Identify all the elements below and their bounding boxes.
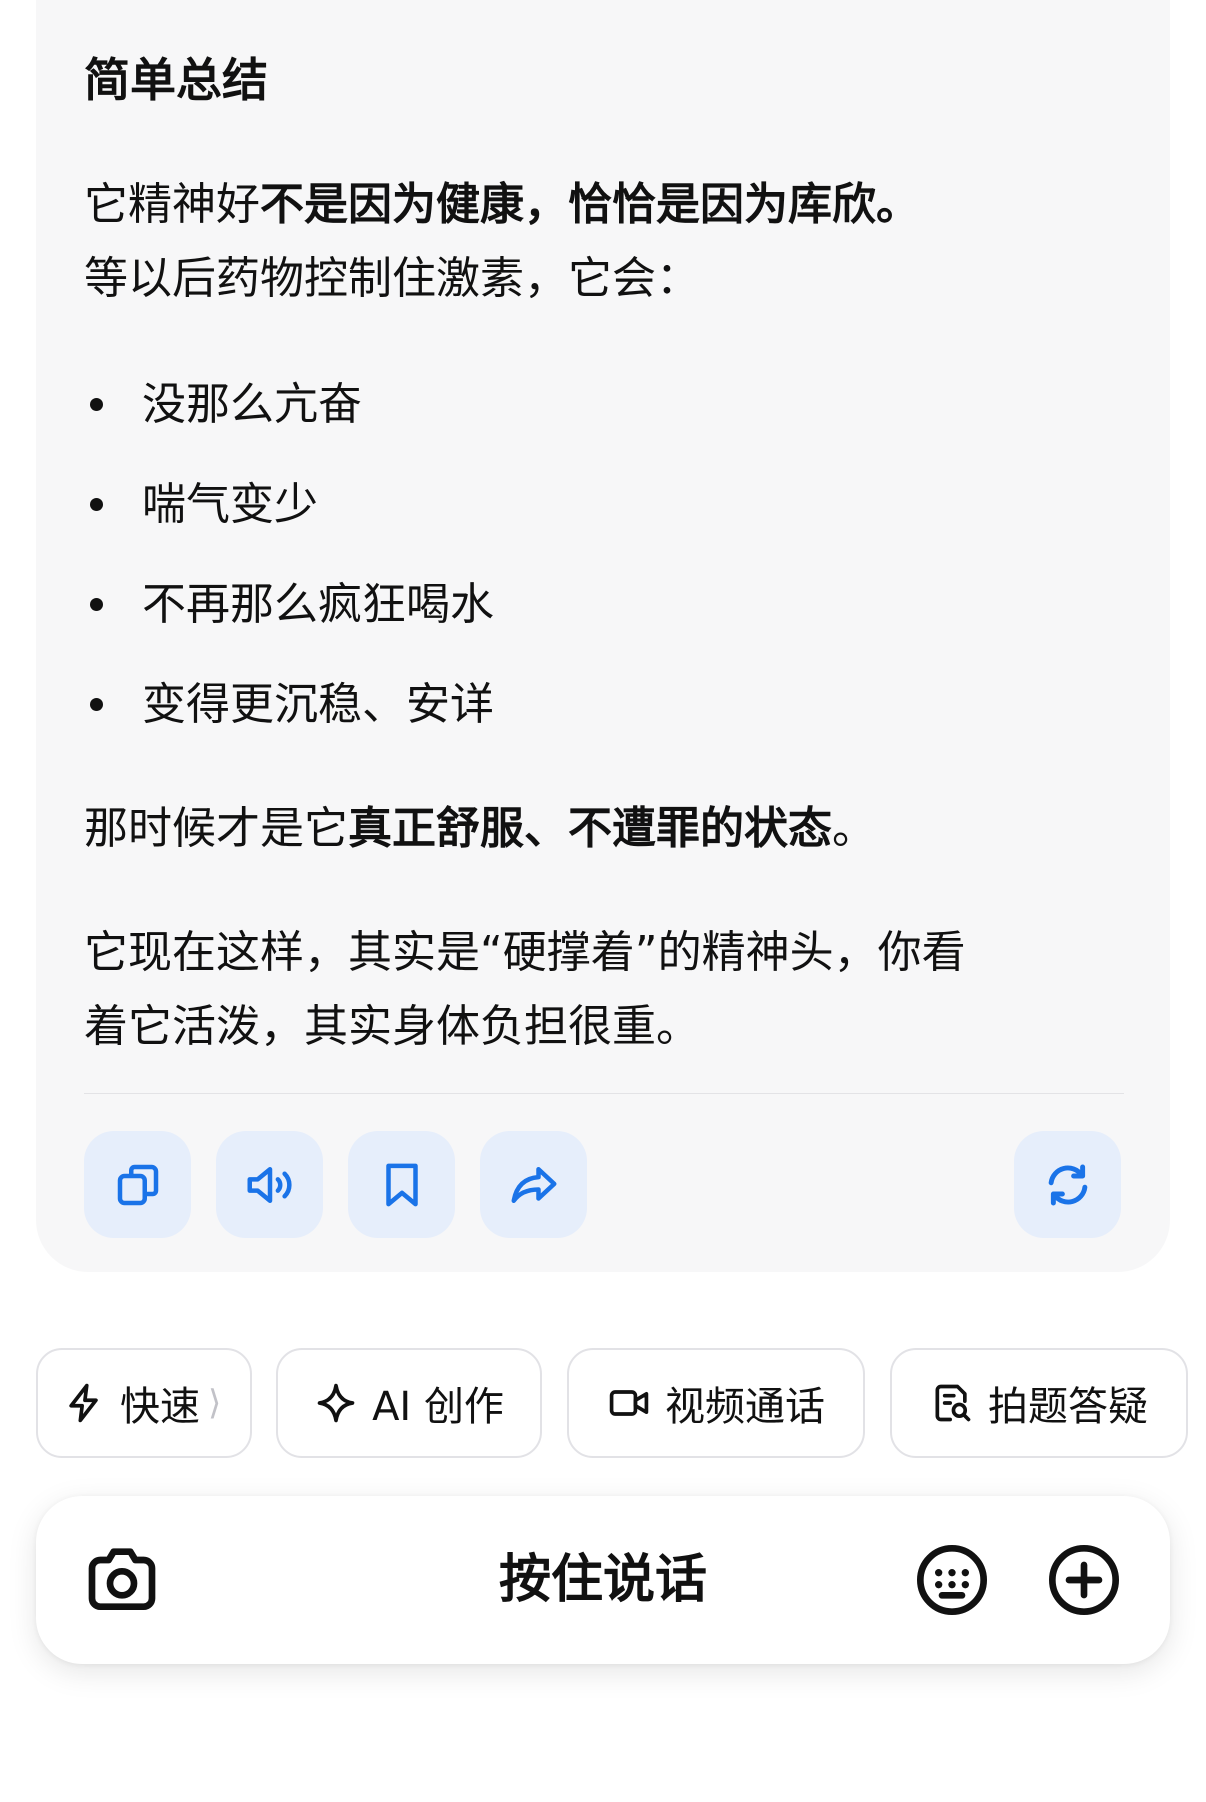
quick-mode-chip[interactable]: 快速 ⟩ [36,1348,252,1458]
bookmark-button[interactable] [348,1131,455,1238]
share-icon [511,1166,556,1203]
bookmark-icon [385,1163,418,1206]
video-call-chip[interactable]: 视频通话 [567,1348,865,1458]
photo-question-chip[interactable]: 拍题答疑 [890,1348,1188,1458]
read-aloud-button[interactable] [216,1131,323,1238]
bullet-dot [90,498,103,511]
copy-button[interactable] [84,1131,191,1238]
bullet-list: 没那么亢奋 喘气变少 不再那么疯狂喝水 变得更沉稳、安详 [84,368,494,768]
lightning-icon [69,1383,98,1423]
regenerate-button[interactable] [1014,1131,1121,1238]
chat-screen: 简单总结 它精神好不是因为健康，恰恰是因为库欣。 等以后药物控制住激素，它会： … [0,0,1206,1802]
refresh-icon [1048,1164,1087,1205]
ai-create-chip[interactable]: AI 创作 [276,1348,542,1458]
conclusion-paragraph: 那时候才是它真正舒服、不遭罪的状态。 [84,803,876,854]
message-heading: 简单总结 [84,53,268,107]
share-button[interactable] [480,1131,587,1238]
list-item: 变得更沉稳、安详 [84,668,494,768]
chevron-right-icon: ⟩ [208,1383,222,1423]
list-item: 没那么亢奋 [84,368,494,468]
list-item: 不再那么疯狂喝水 [84,568,494,668]
bullet-dot [90,598,103,611]
document-search-icon [935,1384,971,1422]
hold-to-talk-button[interactable] [376,1518,896,1642]
video-camera-icon [609,1390,649,1416]
list-item: 喘气变少 [84,468,494,568]
action-divider [84,1093,1124,1094]
keyboard-icon[interactable] [912,1540,992,1620]
copy-icon [117,1164,158,1205]
bullet-dot [90,698,103,711]
intro-paragraph: 它精神好不是因为健康，恰恰是因为库欣。 等以后药物控制住激素，它会： [84,179,920,304]
camera-icon[interactable] [82,1540,162,1620]
closing-paragraph: 它现在这样，其实是“硬撑着”的精神头，你看 着它活泼，其实身体负担很重。 [84,927,966,1052]
plus-icon[interactable] [1044,1540,1124,1620]
speaker-icon [247,1166,292,1203]
sparkle-icon [317,1383,355,1423]
input-bar: 按住说话 [36,1496,1170,1664]
bullet-dot [90,398,103,411]
